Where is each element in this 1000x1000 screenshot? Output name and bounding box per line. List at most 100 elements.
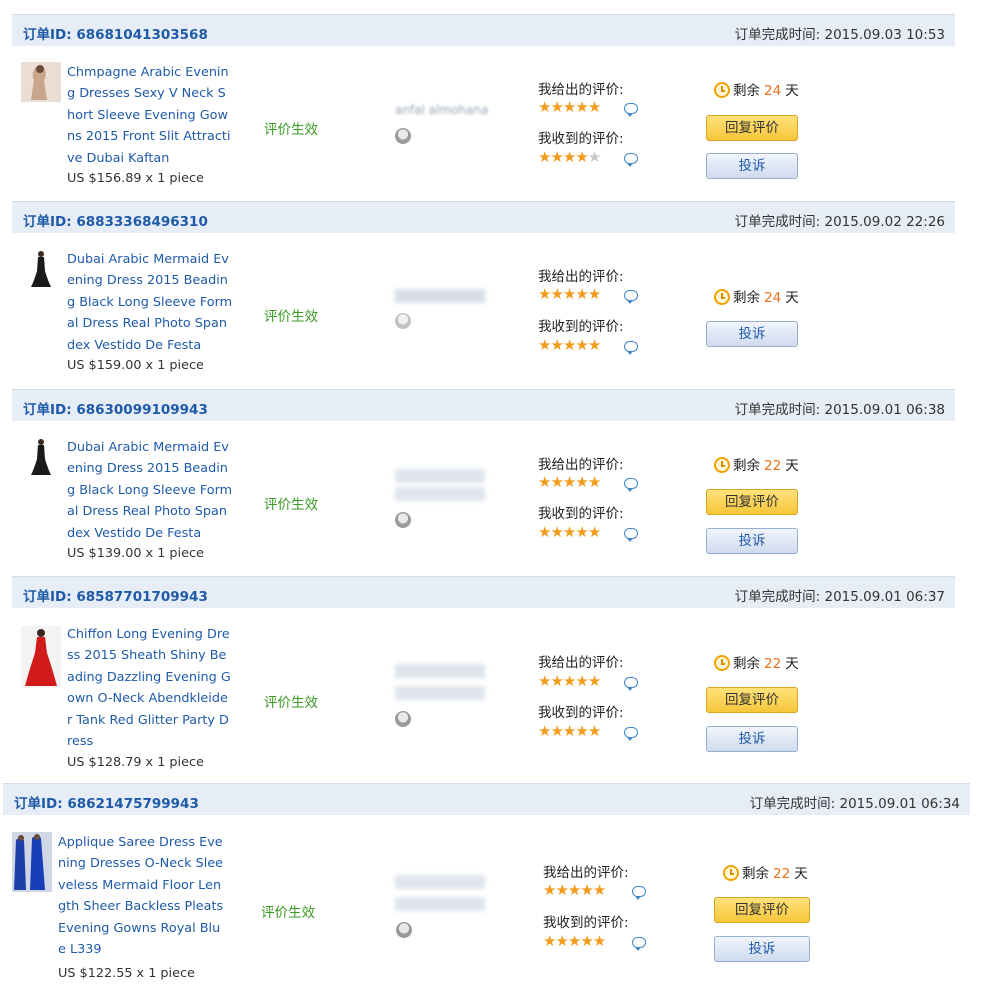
product-name-link[interactable]: Chmpagne Arabic Evening Dresses Sexy V N…	[67, 62, 233, 169]
star-filled-icon: ★	[562, 473, 576, 491]
comment-bubble-icon[interactable]	[624, 153, 638, 167]
star-filled-icon: ★	[587, 336, 601, 354]
product-price: US $139.00 x 1 piece	[67, 546, 204, 561]
star-filled-icon: ★	[538, 473, 551, 491]
star-filled-icon: ★	[575, 473, 588, 491]
buyer-avatar-icon	[395, 128, 411, 144]
complain-button[interactable]: 投诉	[706, 153, 798, 179]
complain-button[interactable]: 投诉	[706, 321, 798, 347]
star-filled-icon: ★	[580, 932, 593, 950]
buyer-avatar-icon	[395, 512, 411, 528]
star-filled-icon: ★	[550, 148, 563, 166]
completed-time: 订单完成时间: 2015.09.01 06:37	[734, 589, 945, 605]
given-rating-label: 我给出的评价:	[538, 82, 624, 98]
given-rating-label: 我给出的评价:	[538, 655, 624, 671]
star-filled-icon: ★	[555, 881, 568, 899]
star-filled-icon: ★	[567, 881, 581, 899]
star-filled-icon: ★	[538, 672, 551, 690]
star-filled-icon: ★	[575, 523, 588, 541]
star-filled-icon: ★	[575, 336, 588, 354]
star-filled-icon: ★	[587, 98, 601, 116]
received-rating-stars: ★★★★★	[538, 336, 601, 354]
product-price: US $159.00 x 1 piece	[67, 358, 204, 373]
star-filled-icon: ★	[538, 285, 551, 303]
buyer-name-blurred	[395, 686, 485, 700]
received-rating-stars: ★★★★★	[538, 148, 601, 166]
product-name-link[interactable]: Dubai Arabic Mermaid Evening Dress 2015 …	[67, 437, 233, 544]
comment-bubble-icon[interactable]	[624, 528, 638, 542]
star-filled-icon: ★	[538, 336, 551, 354]
clock-icon	[714, 82, 730, 98]
order-id[interactable]: 订单ID: 68833368496310	[23, 210, 208, 230]
days-remaining: 剩余 24 天	[714, 286, 799, 306]
product-name-link[interactable]: Chiffon Long Evening Dress 2015 Sheath S…	[67, 624, 233, 752]
given-rating-stars: ★★★★★	[538, 98, 601, 116]
star-filled-icon: ★	[575, 98, 588, 116]
comment-bubble-icon[interactable]	[624, 478, 638, 492]
order-id[interactable]: 订单ID: 68621475799943	[14, 792, 199, 812]
star-filled-icon: ★	[550, 672, 563, 690]
completed-time: 订单完成时间: 2015.09.02 22:26	[734, 214, 945, 230]
star-filled-icon: ★	[587, 722, 601, 740]
reply-review-button[interactable]: 回复评价	[706, 489, 798, 515]
buyer-name-blurred	[395, 469, 485, 483]
product-name-link[interactable]: Dubai Arabic Mermaid Evening Dress 2015 …	[67, 249, 233, 356]
star-filled-icon: ★	[587, 285, 601, 303]
product-thumbnail[interactable]	[21, 249, 61, 289]
reply-review-button[interactable]: 回复评价	[706, 115, 798, 141]
order-block: 订单ID: 68587701709943 订单完成时间: 2015.09.01 …	[12, 576, 955, 782]
product-thumbnail[interactable]	[21, 626, 61, 688]
comment-bubble-icon[interactable]	[624, 103, 638, 117]
comment-bubble-icon[interactable]	[632, 886, 646, 900]
complain-button[interactable]: 投诉	[706, 528, 798, 554]
order-id[interactable]: 订单ID: 68630099109943	[23, 398, 208, 418]
received-rating-stars: ★★★★★	[543, 932, 606, 950]
buyer-name-blurred	[395, 289, 485, 303]
given-rating-label: 我给出的评价:	[538, 457, 624, 473]
received-rating-label: 我收到的评价:	[538, 131, 624, 147]
star-filled-icon: ★	[550, 722, 563, 740]
star-empty-icon: ★	[587, 148, 601, 166]
clock-icon	[723, 865, 739, 881]
comment-bubble-icon[interactable]	[624, 727, 638, 741]
star-filled-icon: ★	[587, 473, 601, 491]
order-id[interactable]: 订单ID: 68587701709943	[23, 585, 208, 605]
comment-bubble-icon[interactable]	[624, 341, 638, 355]
days-remaining: 剩余 22 天	[714, 454, 799, 474]
buyer-avatar-icon	[395, 313, 411, 329]
product-price: US $128.79 x 1 piece	[67, 755, 204, 770]
clock-icon	[714, 289, 730, 305]
comment-bubble-icon[interactable]	[624, 290, 638, 304]
star-filled-icon: ★	[575, 285, 588, 303]
product-thumbnail[interactable]	[12, 832, 52, 892]
buyer-name-blurred	[395, 487, 485, 501]
star-filled-icon: ★	[592, 881, 606, 899]
star-filled-icon: ★	[555, 932, 568, 950]
given-rating-stars: ★★★★★	[543, 881, 606, 899]
star-filled-icon: ★	[587, 523, 601, 541]
received-rating-stars: ★★★★★	[538, 523, 601, 541]
buyer-name-blurred	[395, 897, 485, 911]
received-rating-stars: ★★★★★	[538, 722, 601, 740]
star-filled-icon: ★	[550, 98, 563, 116]
complain-button[interactable]: 投诉	[714, 936, 810, 962]
order-header: 订单ID: 68630099109943 订单完成时间: 2015.09.01 …	[12, 389, 955, 421]
product-name-link[interactable]: Applique Saree Dress Evening Dresses O-N…	[58, 832, 224, 960]
order-id[interactable]: 订单ID: 68681041303568	[23, 23, 208, 43]
received-rating-label: 我收到的评价:	[538, 319, 624, 335]
reply-review-button[interactable]: 回复评价	[706, 687, 798, 713]
product-thumbnail[interactable]	[21, 62, 61, 102]
star-filled-icon: ★	[538, 523, 551, 541]
reply-review-button[interactable]: 回复评价	[714, 897, 810, 923]
star-filled-icon: ★	[550, 473, 563, 491]
product-price: US $156.89 x 1 piece	[67, 171, 204, 186]
star-filled-icon: ★	[575, 148, 588, 166]
complain-button[interactable]: 投诉	[706, 726, 798, 752]
star-filled-icon: ★	[587, 672, 601, 690]
given-rating-stars: ★★★★★	[538, 285, 601, 303]
completed-time: 订单完成时间: 2015.09.01 06:38	[734, 402, 945, 418]
comment-bubble-icon[interactable]	[632, 937, 646, 951]
comment-bubble-icon[interactable]	[624, 677, 638, 691]
product-thumbnail[interactable]	[21, 437, 61, 477]
received-rating-label: 我收到的评价:	[543, 915, 629, 931]
